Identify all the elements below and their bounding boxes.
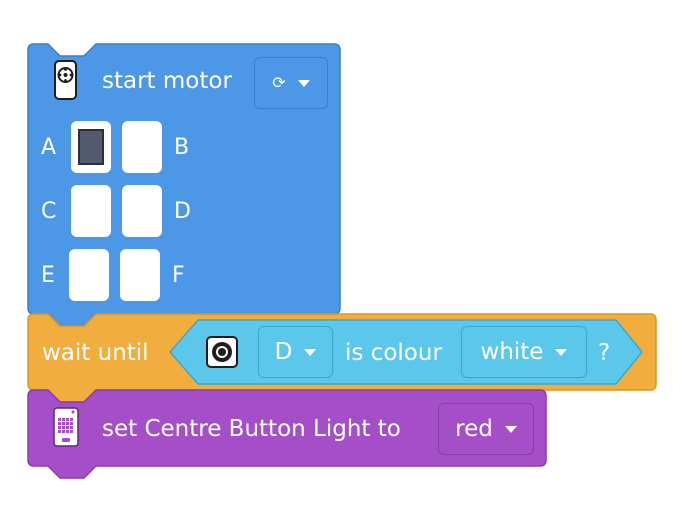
- is-colour-label: is colour: [345, 340, 442, 366]
- wait-until-label: wait until: [42, 340, 149, 366]
- start-motor-label: start motor: [102, 68, 232, 94]
- hub-light-icon: [53, 407, 79, 447]
- port-f-toggle[interactable]: [120, 249, 160, 301]
- colour-sensor-icon: [206, 336, 238, 368]
- chevron-down-icon: [555, 348, 568, 356]
- sensor-port-value: D: [274, 339, 293, 365]
- port-d-toggle[interactable]: [122, 185, 162, 237]
- port-label-d: D: [174, 199, 191, 224]
- sensor-port-dropdown[interactable]: D: [258, 326, 333, 378]
- port-a-toggle[interactable]: [71, 121, 111, 173]
- motor-icon: [54, 60, 77, 100]
- port-c-toggle[interactable]: [71, 185, 111, 237]
- rotate-icon: ⟳: [272, 73, 286, 92]
- chevron-down-icon: [304, 348, 317, 356]
- question-mark: ?: [598, 340, 611, 366]
- colour-dropdown[interactable]: white: [461, 326, 587, 378]
- colour-value: white: [480, 339, 544, 365]
- set-light-label: set Centre Button Light to: [102, 416, 401, 442]
- port-label-b: B: [174, 135, 190, 160]
- chevron-down-icon: [504, 425, 517, 433]
- port-b-toggle[interactable]: [122, 121, 162, 173]
- port-label-f: F: [172, 263, 185, 288]
- port-label-a: A: [41, 135, 57, 160]
- port-e-toggle[interactable]: [69, 249, 109, 301]
- light-colour-dropdown[interactable]: red: [438, 403, 534, 455]
- direction-dropdown[interactable]: ⟳: [254, 57, 328, 109]
- port-label-c: C: [41, 199, 57, 224]
- light-colour-value: red: [455, 416, 493, 442]
- chevron-down-icon: [297, 79, 310, 87]
- port-label-e: E: [41, 263, 55, 288]
